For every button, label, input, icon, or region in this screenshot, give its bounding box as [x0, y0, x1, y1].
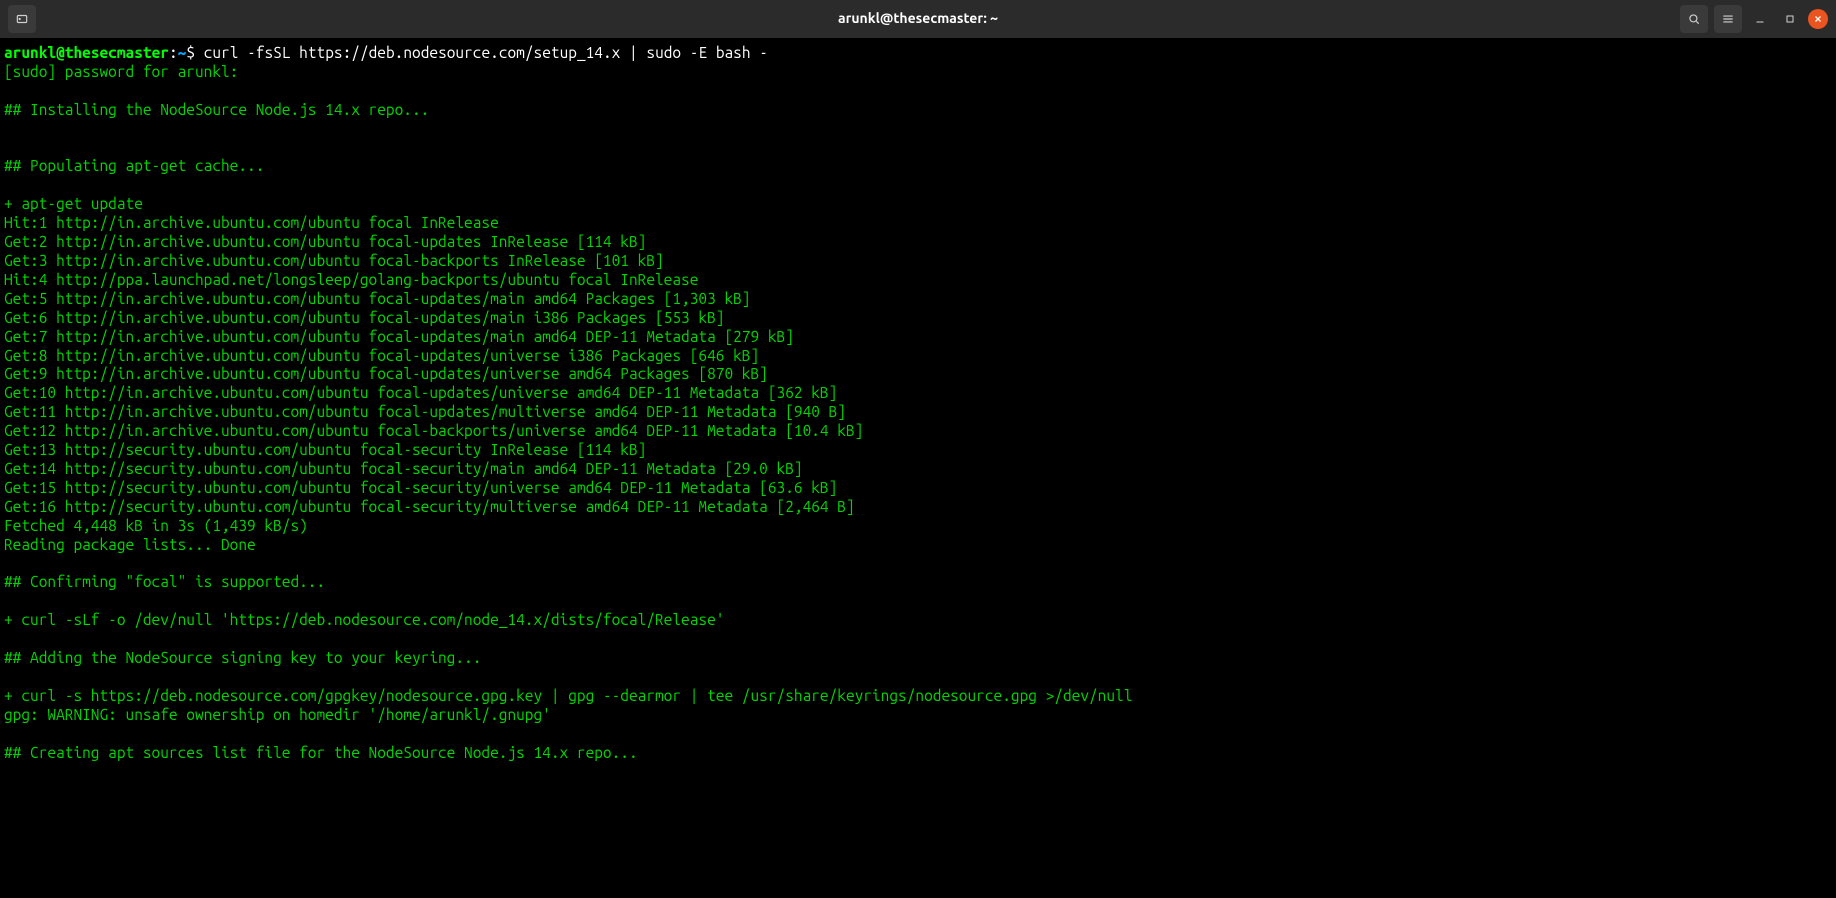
terminal-line: Get:9 http://in.archive.ubuntu.com/ubunt…: [4, 365, 1832, 384]
prompt-at: @: [56, 44, 65, 61]
prompt-host: thesecmaster: [65, 44, 169, 61]
terminal-line: Get:2 http://in.archive.ubuntu.com/ubunt…: [4, 233, 1832, 252]
prompt-sep1: :: [169, 44, 178, 61]
terminal-line: [4, 554, 1832, 573]
terminal-line: [4, 725, 1832, 744]
terminal-line: ## Adding the NodeSource signing key to …: [4, 649, 1832, 668]
terminal-line: + curl -sLf -o /dev/null 'https://deb.no…: [4, 611, 1832, 630]
terminal-window: arunkl@thesecmaster: ~: [0, 0, 1836, 898]
terminal-line: Get:13 http://security.ubuntu.com/ubuntu…: [4, 441, 1832, 460]
terminal-line: [4, 630, 1832, 649]
command-text: curl -fsSL https://deb.nodesource.com/se…: [204, 44, 768, 61]
terminal-line: Get:10 http://in.archive.ubuntu.com/ubun…: [4, 384, 1832, 403]
terminal-output[interactable]: arunkl@thesecmaster:~$ curl -fsSL https:…: [0, 38, 1836, 898]
terminal-line: Get:3 http://in.archive.ubuntu.com/ubunt…: [4, 252, 1832, 271]
terminal-line: [4, 120, 1832, 139]
prompt-sep2: $: [186, 44, 203, 61]
terminal-line: [sudo] password for arunkl:: [4, 63, 1832, 82]
window-maximize-button[interactable]: [1778, 7, 1802, 31]
terminal-line: ## Populating apt-get cache...: [4, 157, 1832, 176]
terminal-line: Get:12 http://in.archive.ubuntu.com/ubun…: [4, 422, 1832, 441]
window-title: arunkl@thesecmaster: ~: [838, 10, 998, 27]
terminal-line: gpg: WARNING: unsafe ownership on homedi…: [4, 706, 1832, 725]
terminal-line: [4, 668, 1832, 687]
terminal-line: Get:8 http://in.archive.ubuntu.com/ubunt…: [4, 347, 1832, 366]
terminal-line: Get:15 http://security.ubuntu.com/ubuntu…: [4, 479, 1832, 498]
terminal-line: [4, 139, 1832, 158]
terminal-line: [4, 592, 1832, 611]
prompt-user: arunkl: [4, 44, 56, 61]
terminal-line: ## Installing the NodeSource Node.js 14.…: [4, 101, 1832, 120]
terminal-line: ## Creating apt sources list file for th…: [4, 744, 1832, 763]
terminal-line: Get:14 http://security.ubuntu.com/ubuntu…: [4, 460, 1832, 479]
window-minimize-button[interactable]: [1748, 7, 1772, 31]
terminal-line: + curl -s https://deb.nodesource.com/gpg…: [4, 687, 1832, 706]
window-close-button[interactable]: [1808, 9, 1828, 29]
terminal-line: Get:6 http://in.archive.ubuntu.com/ubunt…: [4, 309, 1832, 328]
terminal-line: Reading package lists... Done: [4, 536, 1832, 555]
window-titlebar: arunkl@thesecmaster: ~: [0, 0, 1836, 38]
titlebar-right-group: [1680, 5, 1836, 33]
new-tab-button[interactable]: [8, 5, 36, 33]
terminal-line: Hit:1 http://in.archive.ubuntu.com/ubunt…: [4, 214, 1832, 233]
terminal-line: Get:16 http://security.ubuntu.com/ubuntu…: [4, 498, 1832, 517]
menu-button[interactable]: [1714, 5, 1742, 33]
output-lines: [sudo] password for arunkl: ## Installin…: [4, 63, 1832, 763]
search-button[interactable]: [1680, 5, 1708, 33]
terminal-line: Get:11 http://in.archive.ubuntu.com/ubun…: [4, 403, 1832, 422]
terminal-line: Get:7 http://in.archive.ubuntu.com/ubunt…: [4, 328, 1832, 347]
terminal-line: + apt-get update: [4, 195, 1832, 214]
terminal-line: [4, 82, 1832, 101]
prompt-line: arunkl@thesecmaster:~$ curl -fsSL https:…: [4, 44, 1832, 63]
terminal-line: Get:5 http://in.archive.ubuntu.com/ubunt…: [4, 290, 1832, 309]
terminal-line: Fetched 4,448 kB in 3s (1,439 kB/s): [4, 517, 1832, 536]
terminal-line: ## Confirming "focal" is supported...: [4, 573, 1832, 592]
titlebar-left-group: [0, 5, 36, 33]
terminal-line: Hit:4 http://ppa.launchpad.net/longsleep…: [4, 271, 1832, 290]
terminal-line: [4, 176, 1832, 195]
